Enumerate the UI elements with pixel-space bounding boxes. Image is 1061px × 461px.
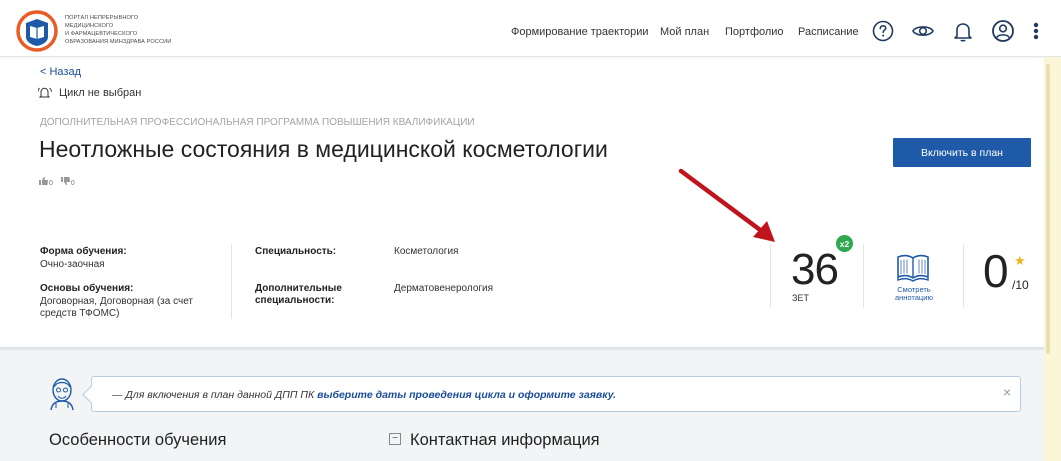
basis-value: Договорная, Договорная (за счет средств … (40, 296, 194, 319)
back-link[interactable]: < Назад (40, 66, 81, 78)
logo-line: и фармацевтического (65, 31, 138, 37)
specialty-value: Косметология (394, 246, 459, 257)
notice-text: — Для включения в план данной ДПП ПК выб… (112, 389, 616, 401)
collapse-toggle-icon[interactable]: − (389, 433, 401, 445)
divider (770, 244, 771, 308)
star-icon: ★ (1014, 253, 1026, 268)
nav-my-plan[interactable]: Мой план (660, 26, 709, 38)
logo-line: Портал непрерывного (65, 15, 139, 21)
page-title: Неотложные состояния в медицинской косме… (39, 136, 608, 162)
close-icon[interactable]: × (1003, 384, 1011, 400)
view-annotation-link[interactable]: Смотреть аннотацию (884, 286, 944, 302)
likes-count: 0 (49, 180, 53, 187)
zet-value: 36 (791, 245, 839, 294)
scrollbar[interactable] (1046, 64, 1050, 354)
nav-trajectory[interactable]: Формирование траектории (511, 26, 649, 38)
top-header: Портал непрерывного медицинского и фарма… (0, 0, 1061, 57)
help-icon[interactable] (871, 19, 895, 43)
portal-logo[interactable] (16, 10, 58, 52)
extra-specialty-value: Дерматовенерология (394, 283, 494, 294)
specialty-label: Специальность: (255, 246, 337, 257)
zet-multiplier-badge: x2 (836, 235, 853, 252)
nav-schedule[interactable]: Расписание (798, 26, 859, 38)
program-type: Дополнительная профессиональная программ… (40, 117, 475, 128)
cycle-label: Цикл не выбран (59, 87, 142, 99)
annotation-arrow (678, 168, 775, 242)
nav-portfolio[interactable]: Портфолио (725, 26, 784, 38)
divider (963, 244, 964, 308)
divider (863, 244, 864, 308)
cycle-status: Цикл не выбран (37, 86, 142, 99)
features-title: Особенности обучения (49, 431, 227, 449)
more-icon[interactable] (1026, 19, 1046, 43)
dislike-button[interactable]: 0 (60, 177, 75, 187)
logo-line: медицинского (65, 23, 114, 29)
notice-banner: — Для включения в план данной ДПП ПК выб… (91, 376, 1021, 412)
form-value: Очно-заочная (40, 259, 105, 270)
contacts-title[interactable]: Контактная информация (410, 431, 600, 450)
dislikes-count: 0 (70, 180, 75, 187)
book-icon[interactable] (895, 253, 931, 285)
rating-votes: 0 0 (39, 177, 81, 187)
eye-icon[interactable] (911, 19, 935, 43)
rating-max: /10 (1012, 278, 1029, 292)
divider (231, 244, 232, 319)
include-in-plan-button[interactable]: Включить в план (893, 138, 1031, 167)
zet-label: ЗЕТ (792, 293, 809, 303)
bell-icon[interactable] (951, 19, 975, 43)
logo-text: Портал непрерывного медицинского и фарма… (65, 14, 185, 46)
basis-label: Основы обучения: (40, 283, 134, 294)
thumb-down-icon (60, 177, 70, 185)
notice-link[interactable]: выберите даты проведения цикла и оформит… (317, 389, 616, 401)
rating-value: 0 (983, 245, 1009, 297)
like-button[interactable]: 0 (39, 177, 53, 187)
logo-line: образования Минздрава России (65, 39, 172, 45)
user-icon[interactable] (991, 19, 1015, 43)
notice-prefix: — Для включения в план данной ДПП ПК (112, 389, 318, 401)
thumb-up-icon (39, 177, 48, 185)
extra-specialty-label: Дополнительные специальности: (255, 283, 342, 306)
doctor-icon (50, 378, 74, 411)
bell-alert-icon (37, 87, 52, 98)
form-label: Форма обучения: (40, 246, 127, 257)
